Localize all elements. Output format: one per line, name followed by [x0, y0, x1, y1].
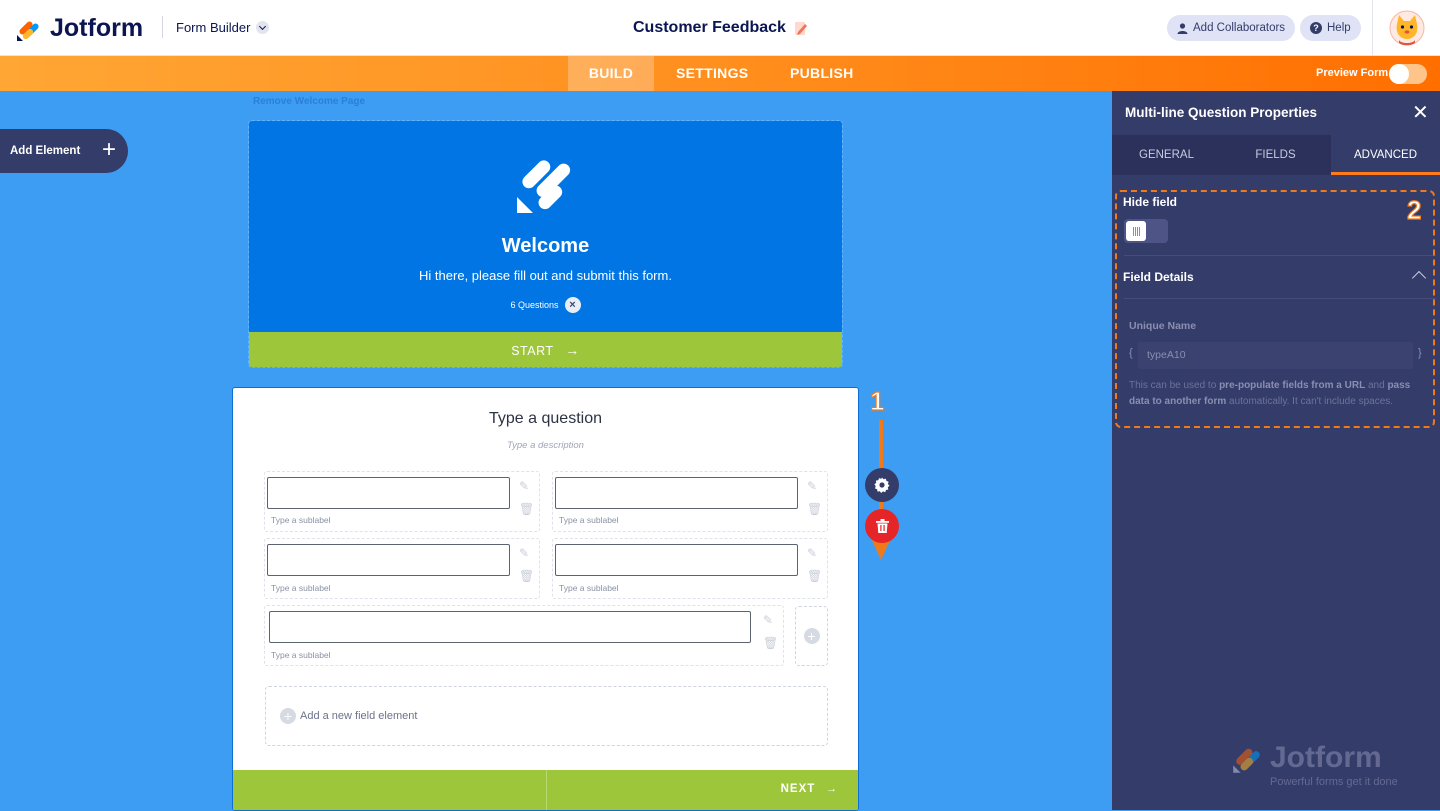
edit-icon[interactable]: ✎: [807, 547, 819, 559]
trash-icon[interactable]: 🗑: [519, 503, 534, 515]
edit-icon[interactable]: ✎: [763, 614, 775, 626]
welcome-page-card[interactable]: Welcome Hi there, please fill out and su…: [248, 120, 843, 368]
annotation-highlight-box: [1115, 190, 1435, 428]
user-icon: [1177, 22, 1188, 34]
field-element[interactable]: Type a sublabel ✎ 🗑: [264, 538, 540, 599]
plus-icon: +: [101, 136, 116, 163]
jotform-logo-icon: [1233, 748, 1260, 773]
builder-nav-bar: BUILD SETTINGS PUBLISH Preview Form: [0, 56, 1440, 91]
trash-icon[interactable]: 🗑: [807, 503, 822, 515]
tab-general[interactable]: GENERAL: [1112, 135, 1221, 175]
field-sublabel: Type a sublabel: [271, 583, 331, 593]
panel-title: Multi-line Question Properties: [1125, 105, 1318, 120]
field-element[interactable]: Type a sublabel ✎ 🗑: [552, 471, 828, 532]
help-button[interactable]: ? Help: [1300, 15, 1361, 41]
question-description[interactable]: Type a description: [233, 440, 858, 451]
question-count: 6 Questions ×: [249, 297, 842, 313]
header-divider: [162, 16, 163, 38]
annotation-step-1: 1: [869, 385, 885, 416]
form-canvas: Remove Welcome Page Add Element + Welcom…: [0, 91, 1112, 811]
arrow-right-icon: →: [565, 342, 580, 358]
preview-form-label: Preview Form: [1316, 67, 1389, 79]
preview-form-toggle[interactable]: [1389, 64, 1427, 84]
form-builder-dropdown[interactable]: Form Builder: [176, 20, 270, 35]
trash-icon[interactable]: 🗑: [763, 637, 778, 649]
text-input[interactable]: [555, 544, 798, 576]
add-collaborators-label: Add Collaborators: [1193, 22, 1286, 34]
button-separator: [546, 770, 547, 810]
next-label: NEXT: [780, 783, 816, 795]
tab-settings[interactable]: SETTINGS: [676, 56, 748, 91]
field-sublabel: Type a sublabel: [559, 583, 619, 593]
start-label: START: [511, 344, 554, 358]
trash-icon[interactable]: 🗑: [519, 570, 534, 582]
chevron-down-icon: [256, 21, 270, 34]
arrow-right-icon: →: [825, 783, 838, 795]
text-input[interactable]: [267, 544, 510, 576]
tab-build[interactable]: BUILD: [568, 56, 654, 91]
trash-icon: [875, 519, 889, 533]
tab-publish[interactable]: PUBLISH: [790, 56, 854, 91]
question-count-text: 6 Questions: [510, 300, 559, 310]
field-sublabel: Type a sublabel: [559, 515, 619, 525]
add-field-element-button[interactable]: + Add a new field element: [265, 686, 828, 746]
start-button[interactable]: START →: [249, 332, 842, 367]
question-card[interactable]: Type a question Type a description Type …: [232, 387, 859, 811]
tab-advanced[interactable]: ADVANCED: [1331, 135, 1440, 175]
question-circle-icon: ?: [1310, 22, 1322, 34]
text-input[interactable]: [269, 611, 751, 643]
edit-icon[interactable]: ✎: [519, 480, 531, 492]
tab-fields[interactable]: FIELDS: [1221, 135, 1330, 175]
trash-icon[interactable]: 🗑: [807, 570, 822, 582]
add-field-label: Add a new field element: [300, 710, 418, 722]
panel-tabs: GENERAL FIELDS ADVANCED: [1112, 135, 1440, 175]
add-element-button[interactable]: Add Element +: [0, 129, 128, 173]
gear-icon: [874, 477, 890, 493]
welcome-title[interactable]: Welcome: [249, 235, 842, 258]
field-element[interactable]: Type a sublabel ✎ 🗑: [264, 605, 784, 666]
edit-pencil-icon: [794, 22, 807, 35]
brand-name: Jotform: [50, 14, 144, 42]
plus-circle-icon: +: [280, 708, 296, 724]
jotform-logo[interactable]: Jotform: [16, 14, 143, 43]
text-input[interactable]: [555, 477, 798, 509]
jotform-logo-icon: [17, 20, 39, 41]
remove-welcome-link[interactable]: Remove Welcome Page: [253, 96, 365, 107]
add-element-label: Add Element: [10, 145, 81, 157]
user-avatar[interactable]: [1372, 0, 1440, 56]
avatar-cat-icon: [1389, 10, 1424, 46]
add-collaborators-button[interactable]: Add Collaborators: [1167, 15, 1296, 41]
question-title[interactable]: Type a question: [233, 410, 858, 428]
field-sublabel: Type a sublabel: [271, 650, 331, 660]
properties-gear-button[interactable]: [865, 468, 899, 502]
welcome-header: Welcome Hi there, please fill out and su…: [249, 121, 842, 332]
edit-icon[interactable]: ✎: [519, 547, 531, 559]
add-column-button[interactable]: +: [795, 606, 828, 666]
edit-icon[interactable]: ✎: [807, 480, 819, 492]
help-label: Help: [1327, 22, 1351, 34]
plus-circle-icon: +: [803, 628, 820, 644]
svg-text:?: ?: [1313, 23, 1319, 33]
watermark-brand: Jotform: [1270, 741, 1382, 774]
top-bar: Jotform Form Builder Customer Feedback A…: [0, 0, 1440, 56]
field-element[interactable]: Type a sublabel ✎ 🗑: [552, 538, 828, 599]
next-button[interactable]: NEXT →: [781, 783, 838, 795]
text-input[interactable]: [267, 477, 510, 509]
close-circle-icon[interactable]: ×: [564, 297, 581, 313]
form-title-text: Customer Feedback: [633, 19, 786, 36]
annotation-step-2: 2: [1406, 194, 1422, 225]
welcome-subtitle[interactable]: Hi there, please fill out and submit thi…: [249, 268, 842, 283]
jotform-pencil-icon: [517, 160, 571, 213]
form-title[interactable]: Customer Feedback: [633, 19, 808, 37]
jotform-watermark: Jotform Powerful forms get it done: [1232, 741, 1398, 788]
next-bar: NEXT →: [233, 770, 858, 810]
watermark-tagline: Powerful forms get it done: [1270, 776, 1398, 788]
form-builder-label: Form Builder: [176, 20, 251, 35]
close-icon[interactable]: ✕: [1412, 103, 1429, 123]
delete-field-button[interactable]: [865, 509, 899, 543]
field-sublabel: Type a sublabel: [271, 515, 331, 525]
field-element[interactable]: Type a sublabel ✎ 🗑: [264, 471, 540, 532]
